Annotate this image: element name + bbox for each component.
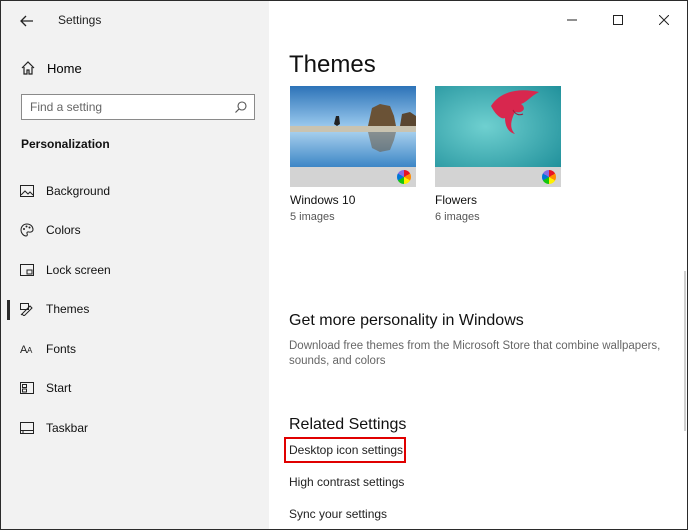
sidebar-item-colors[interactable]: Colors — [1, 211, 269, 251]
theme-count: 5 images — [290, 211, 335, 223]
sidebar-item-label: Background — [46, 183, 111, 198]
sync-settings-link[interactable]: Sync your settings — [289, 507, 387, 521]
sidebar-item-themes[interactable]: Themes — [1, 290, 269, 330]
taskbar-icon — [19, 420, 35, 436]
sidebar: Settings Home Personalization Background — [1, 1, 269, 529]
search-box[interactable] — [21, 94, 255, 120]
lock-screen-icon — [19, 262, 35, 278]
settings-window: Settings Home Personalization Background — [0, 0, 688, 530]
minimize-icon — [567, 19, 577, 21]
window-title: Settings — [58, 13, 102, 27]
related-settings-heading: Related Settings — [289, 416, 407, 433]
sidebar-item-start[interactable]: Start — [1, 369, 269, 409]
theme-count: 6 images — [435, 211, 480, 223]
color-wheel-icon — [542, 170, 556, 184]
theme-thumbnail[interactable] — [290, 86, 416, 187]
personality-description: Download free themes from the Microsoft … — [289, 340, 661, 367]
main-content: Themes Windows 10 5 images Flowers 6 ima… — [269, 1, 687, 529]
maximize-button[interactable] — [595, 1, 641, 39]
home-link[interactable]: Home — [19, 59, 82, 77]
page-title: Themes — [289, 51, 376, 78]
sidebar-item-label: Lock screen — [46, 262, 111, 277]
theme-card-flowers[interactable]: Flowers 6 images — [435, 86, 561, 223]
scrollbar[interactable] — [684, 271, 686, 431]
theme-name: Windows 10 — [290, 193, 356, 207]
sidebar-nav: Background Colors Lock screen Themes A A… — [1, 171, 269, 448]
theme-thumbnail[interactable] — [435, 86, 561, 187]
search-input[interactable] — [22, 95, 240, 119]
home-icon — [19, 59, 37, 77]
search-icon[interactable] — [234, 100, 248, 114]
svg-text:A: A — [27, 346, 33, 355]
desktop-icon-settings-link[interactable]: Desktop icon settings — [289, 443, 403, 457]
fonts-icon: AA — [19, 341, 35, 357]
sidebar-item-taskbar[interactable]: Taskbar — [1, 408, 269, 448]
back-arrow-icon — [20, 15, 33, 27]
sidebar-item-label: Start — [46, 381, 72, 396]
sidebar-item-label: Fonts — [46, 341, 77, 356]
home-label: Home — [47, 60, 82, 76]
window-controls — [549, 1, 687, 39]
flower-wallpaper-image — [435, 86, 561, 167]
beach-wallpaper-image — [290, 86, 416, 167]
image-icon — [19, 183, 35, 199]
back-button[interactable] — [15, 11, 39, 31]
color-wheel-icon — [397, 170, 411, 184]
personality-heading: Get more personality in Windows — [289, 312, 524, 329]
sidebar-item-lock-screen[interactable]: Lock screen — [1, 250, 269, 290]
sidebar-item-background[interactable]: Background — [1, 171, 269, 211]
palette-icon — [19, 222, 35, 238]
sidebar-item-label: Taskbar — [46, 420, 89, 435]
sidebar-item-label: Themes — [46, 302, 90, 317]
theme-name: Flowers — [435, 193, 478, 207]
minimize-button[interactable] — [549, 1, 595, 39]
sidebar-item-label: Colors — [46, 223, 81, 238]
start-icon — [19, 380, 35, 396]
theme-card-windows-10[interactable]: Windows 10 5 images — [290, 86, 416, 223]
maximize-icon — [613, 15, 623, 25]
high-contrast-settings-link[interactable]: High contrast settings — [289, 475, 404, 489]
section-title: Personalization — [21, 137, 110, 151]
close-icon — [659, 15, 669, 25]
close-button[interactable] — [641, 1, 687, 39]
themes-icon — [19, 301, 35, 317]
sidebar-item-fonts[interactable]: AA Fonts — [1, 329, 269, 369]
